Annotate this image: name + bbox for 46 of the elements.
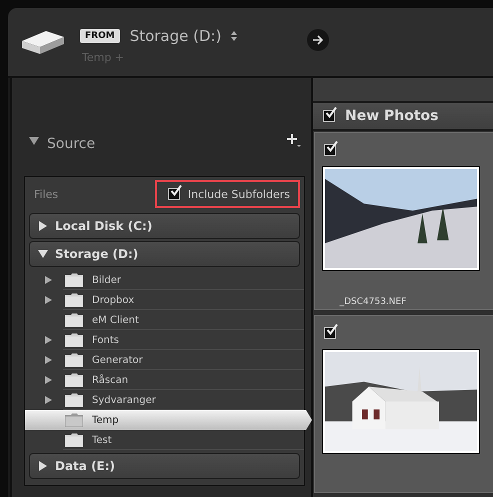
from-label: FROM	[80, 28, 120, 42]
folder-icon	[65, 273, 83, 287]
collapsed-triangle-icon[interactable]	[38, 461, 48, 471]
drive-row[interactable]: Storage (D:)	[29, 241, 300, 267]
folder-row[interactable]: Bilder	[25, 270, 304, 290]
collapsed-triangle-icon[interactable]	[45, 356, 52, 364]
folder-row[interactable]: eM Client	[25, 310, 304, 330]
collapsed-triangle-icon[interactable]	[45, 336, 52, 344]
expanded-triangle-icon[interactable]	[38, 249, 48, 259]
files-label: Files	[34, 188, 58, 200]
folder-row[interactable]: Temp	[25, 410, 312, 430]
arrow-right-button-icon[interactable]	[307, 29, 329, 51]
folder-icon	[65, 353, 83, 367]
photo-filename: _DSC4753.NEF	[340, 296, 406, 307]
collapsed-triangle-icon[interactable]	[45, 296, 52, 304]
collapsed-triangle-icon[interactable]	[45, 396, 52, 404]
source-selector[interactable]: Storage (D:)	[130, 26, 222, 44]
folder-icon	[65, 393, 83, 407]
folder-icon	[65, 373, 83, 387]
folder-row[interactable]: Fonts	[25, 330, 304, 350]
folder-icon	[65, 333, 83, 347]
add-icon[interactable]	[287, 134, 301, 148]
up-down-arrows-icon[interactable]	[231, 30, 238, 40]
folder-row[interactable]: Sydvaranger	[25, 390, 304, 410]
drive-row[interactable]: Data (E:)	[29, 453, 300, 479]
source-expanded-triangle-icon[interactable]	[29, 136, 39, 146]
folder-icon	[65, 433, 83, 447]
photo-cell[interactable]	[314, 314, 493, 493]
photo-checkbox[interactable]	[324, 326, 336, 339]
source-title: Source	[47, 136, 96, 152]
include-subfolders-label: Include Subfolders	[188, 188, 290, 200]
folder-icon	[65, 293, 83, 307]
collapsed-triangle-icon[interactable]	[45, 276, 52, 284]
collapsed-triangle-icon[interactable]	[45, 376, 52, 384]
collapsed-triangle-icon[interactable]	[38, 221, 48, 231]
hard-drive-icon	[20, 29, 66, 55]
photo-checkbox[interactable]	[324, 144, 336, 156]
folder-icon	[65, 313, 83, 327]
group-title: New Photos	[345, 108, 439, 124]
folder-row[interactable]: Generator	[25, 350, 304, 370]
folder-row[interactable]: Dropbox	[25, 290, 304, 310]
photo-cell[interactable]: _DSC4753.NEF	[314, 132, 493, 310]
drive-row[interactable]: Local Disk (C:)	[29, 213, 300, 239]
folder-row[interactable]: Test	[25, 430, 304, 450]
folder-icon	[65, 413, 83, 427]
folder-row[interactable]: Råscan	[25, 370, 304, 390]
